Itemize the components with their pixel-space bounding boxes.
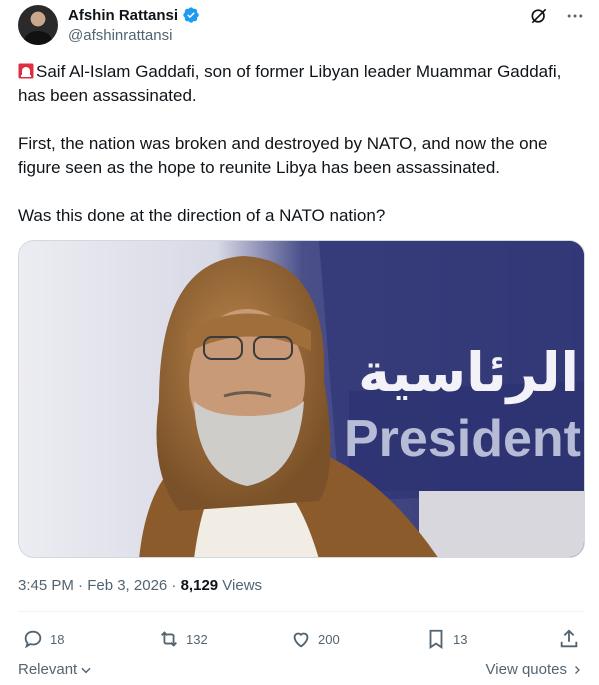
reply-count: 18 [50, 631, 65, 647]
repost-icon [161, 631, 177, 647]
view-quotes-label: View quotes [485, 661, 567, 678]
sign-arabic-text: الرئاسية [358, 341, 579, 404]
tweet-timestamp[interactable]: 3:45 PM · Feb 3, 2026 · [18, 577, 181, 594]
views-label: Views [218, 577, 263, 594]
tweet-text: Saif Al-Islam Gaddafi, son of former Lib… [18, 60, 588, 228]
police-light-icon [18, 63, 34, 79]
tweet-paragraph-1: Saif Al-Islam Gaddafi, son of former Lib… [18, 60, 588, 108]
reply-icon [24, 630, 42, 649]
heart-icon [293, 632, 309, 648]
divider [18, 611, 585, 612]
grok-icon[interactable] [529, 6, 549, 31]
views-count: 8,129 [180, 577, 219, 594]
like-count: 200 [318, 631, 340, 647]
share-button[interactable] [558, 628, 580, 650]
sort-replies-dropdown[interactable]: Relevant [18, 661, 93, 678]
share-icon [560, 629, 578, 648]
bookmark-count: 13 [453, 631, 468, 647]
repost-button[interactable]: 132 [158, 628, 208, 650]
tweet-paragraph-1-text: Saif Al-Islam Gaddafi, son of former Lib… [18, 62, 562, 105]
avatar[interactable] [18, 5, 58, 45]
tweet-image[interactable]: الرئاسية Presidenti [18, 240, 585, 558]
author-display-name[interactable]: Afshin Rattansi [68, 7, 178, 24]
tweet-paragraph-2: First, the nation was broken and destroy… [18, 134, 548, 177]
chevron-down-icon [81, 667, 91, 673]
reply-button[interactable]: 18 [22, 628, 64, 650]
sort-replies-label: Relevant [18, 661, 78, 678]
top-actions [529, 6, 585, 31]
verified-badge-icon[interactable] [182, 6, 200, 24]
author-handle[interactable]: @afshinrattansi [68, 27, 172, 44]
bookmark-icon [429, 629, 443, 649]
tweet-paragraph-3: Was this done at the direction of a NATO… [18, 206, 386, 225]
view-quotes-link[interactable]: View quotes [486, 661, 583, 678]
tweet-meta: 3:45 PM · Feb 3, 2026 · 8,129 Views [18, 577, 262, 594]
like-button[interactable]: 200 [290, 628, 340, 650]
sign-latin-text: Presidenti [344, 410, 585, 468]
more-icon[interactable] [565, 6, 585, 31]
tweet-image-illustration: الرئاسية Presidenti [19, 241, 585, 557]
author-row: Afshin Rattansi [68, 6, 200, 24]
repost-count: 132 [186, 631, 208, 647]
chevron-right-icon [575, 665, 580, 674]
bookmark-button[interactable]: 13 [425, 628, 467, 650]
